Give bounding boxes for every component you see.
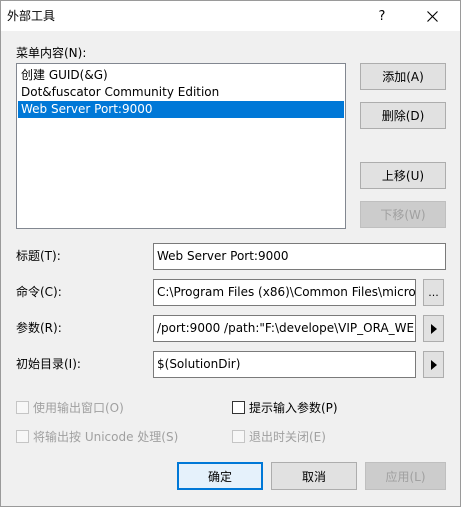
close-button[interactable]: [409, 1, 455, 31]
help-button[interactable]: ?: [359, 1, 405, 31]
initial-directory-menu-button[interactable]: [423, 351, 444, 378]
ok-button[interactable]: 确定: [177, 462, 263, 490]
list-item-selected[interactable]: Web Server Port:9000: [18, 101, 344, 118]
add-button[interactable]: 添加(A): [360, 63, 446, 90]
external-tools-dialog: 外部工具 ? 菜单内容(N): 创建 GUID(&G) Dot&fuscator…: [0, 0, 461, 507]
arguments-menu-button[interactable]: [423, 315, 444, 342]
initial-directory-label: 初始目录(I):: [16, 357, 81, 371]
title-input[interactable]: Web Server Port:9000: [153, 243, 446, 270]
browse-command-button[interactable]: ...: [423, 279, 444, 306]
command-input[interactable]: C:\Program Files (x86)\Common Files\micr…: [153, 279, 416, 306]
apply-button[interactable]: 应用(L): [365, 462, 446, 490]
checkbox-box: [232, 401, 245, 414]
use-output-window-checkbox[interactable]: 使用输出窗口(O): [16, 399, 124, 416]
move-up-button[interactable]: 上移(U): [360, 162, 446, 189]
checkbox-box: [16, 430, 29, 443]
list-item[interactable]: 创建 GUID(&G): [18, 67, 344, 84]
list-item[interactable]: Dot&fuscator Community Edition: [18, 84, 344, 101]
checkbox-label: 使用输出窗口(O): [33, 401, 124, 415]
checkbox-box: [232, 430, 245, 443]
tools-listbox[interactable]: 创建 GUID(&G) Dot&fuscator Community Editi…: [16, 63, 346, 229]
initial-directory-input[interactable]: $(SolutionDir): [153, 351, 416, 378]
title-label: 标题(T):: [16, 249, 61, 263]
close-on-exit-checkbox[interactable]: 退出时关闭(E): [232, 428, 326, 445]
checkbox-box: [16, 401, 29, 414]
arguments-label: 参数(R):: [16, 321, 62, 335]
unicode-output-checkbox[interactable]: 将输出按 Unicode 处理(S): [16, 428, 178, 445]
checkbox-label: 退出时关闭(E): [249, 430, 326, 444]
delete-button[interactable]: 删除(D): [360, 102, 446, 129]
cancel-button[interactable]: 取消: [271, 462, 357, 490]
menu-contents-label: 菜单内容(N):: [16, 46, 87, 60]
checkbox-label: 提示输入参数(P): [249, 401, 338, 415]
window-title: 外部工具: [7, 9, 56, 23]
arguments-input[interactable]: /port:9000 /path:"F:\develope\VIP_ORA_WE…: [153, 315, 416, 342]
checkbox-label: 将输出按 Unicode 处理(S): [33, 430, 179, 444]
title-bar: 外部工具 ?: [1, 1, 460, 31]
arrow-right-icon: [430, 359, 437, 370]
command-label: 命令(C):: [16, 285, 62, 299]
move-down-button[interactable]: 下移(W): [360, 201, 446, 228]
arrow-right-icon: [430, 323, 437, 334]
close-icon: [426, 10, 438, 22]
prompt-arguments-checkbox[interactable]: 提示输入参数(P): [232, 399, 338, 416]
